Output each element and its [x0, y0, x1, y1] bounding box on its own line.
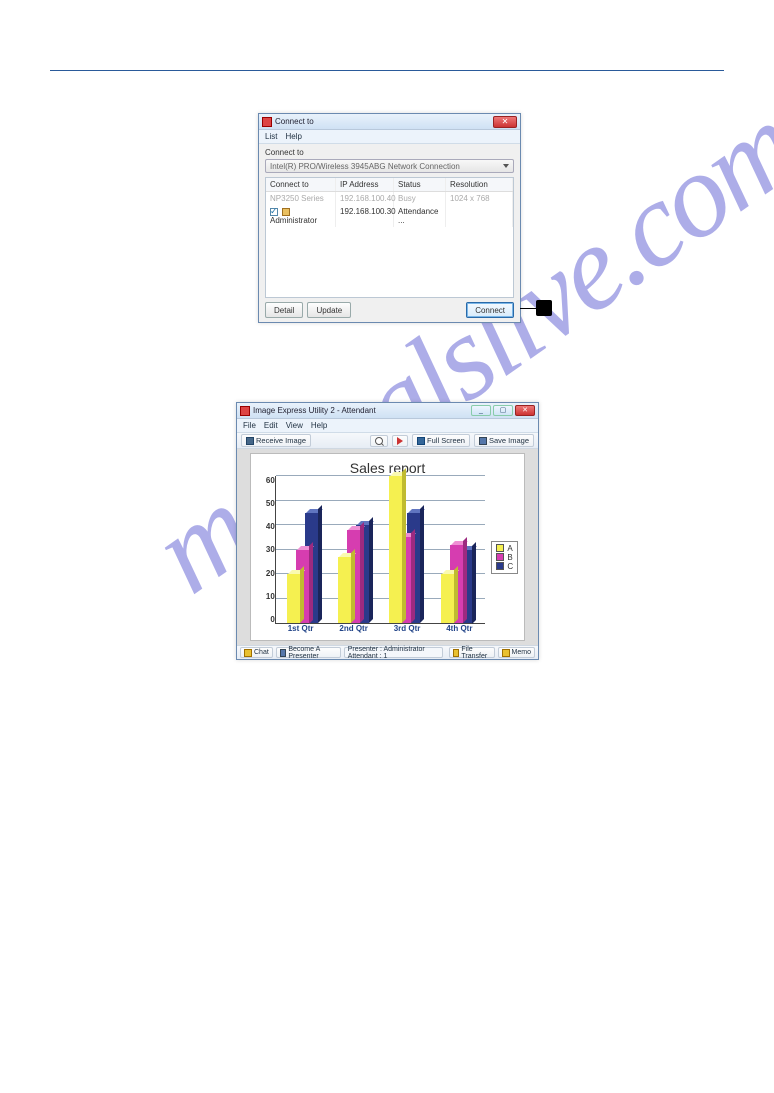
menu-view[interactable]: View: [286, 421, 303, 430]
search-icon: [375, 437, 383, 445]
connect-to-label: Connect to: [265, 148, 514, 157]
window-title: Connect to: [275, 117, 314, 126]
statusbar: Chat Become A Presenter Presenter : Admi…: [237, 645, 538, 659]
x-tick: 2nd Qtr: [339, 624, 367, 638]
update-button[interactable]: Update: [307, 302, 351, 318]
preview-area: Sales report 6050403020100 1st Qtr2nd Qt…: [237, 449, 538, 645]
connect-to-dialog: Connect to ✕ List Help Connect to Intel(…: [258, 113, 521, 323]
camera-icon: [479, 437, 487, 445]
chart-title: Sales report: [350, 460, 425, 476]
fullscreen-icon: [417, 437, 425, 445]
become-presenter-button[interactable]: Become A Presenter: [276, 647, 341, 658]
menubar: List Help: [259, 130, 520, 144]
legend-item: C: [496, 562, 513, 571]
toolbar: Receive Image Full Screen Save Image: [237, 433, 538, 449]
menu-help[interactable]: Help: [311, 421, 327, 430]
checkbox-icon[interactable]: [270, 208, 278, 216]
col-status[interactable]: Status: [394, 178, 446, 191]
monitor-icon: [246, 437, 254, 445]
app-icon: [240, 406, 250, 416]
bar-A-2nd Qtr: [338, 557, 351, 623]
memo-button[interactable]: Memo: [498, 647, 535, 658]
bar-A-3rd Qtr: [389, 476, 402, 623]
chart-legend: ABC: [491, 541, 518, 574]
bar-A-1st Qtr: [287, 574, 300, 623]
presenter-icon: [280, 649, 287, 657]
folder-icon: [453, 649, 460, 657]
fullscreen-button[interactable]: Full Screen: [412, 434, 470, 447]
image-express-window: Image Express Utility 2 - Attendant _ ▢ …: [236, 402, 539, 660]
menubar: File Edit View Help: [237, 419, 538, 433]
save-image-button[interactable]: Save Image: [474, 434, 534, 447]
menu-edit[interactable]: Edit: [264, 421, 278, 430]
list-row[interactable]: Administrator 192.168.100.30 Attendance …: [266, 205, 513, 227]
x-tick: 3rd Qtr: [394, 624, 421, 638]
close-icon[interactable]: ✕: [493, 116, 517, 128]
user-icon: [282, 208, 290, 216]
titlebar[interactable]: Connect to ✕: [259, 114, 520, 130]
titlebar[interactable]: Image Express Utility 2 - Attendant _ ▢ …: [237, 403, 538, 419]
file-transfer-button[interactable]: File Transfer: [449, 647, 495, 658]
bar-A-4th Qtr: [441, 574, 454, 623]
minimize-icon[interactable]: _: [471, 405, 491, 416]
window-title: Image Express Utility 2 - Attendant: [253, 406, 376, 415]
maximize-icon[interactable]: ▢: [493, 405, 513, 416]
x-tick: 4th Qtr: [446, 624, 472, 638]
close-icon[interactable]: ✕: [515, 405, 535, 416]
connect-button[interactable]: Connect: [466, 302, 514, 318]
list-header: Connect to IP Address Status Resolution: [266, 178, 513, 192]
callout-marker: [536, 300, 552, 316]
memo-icon: [502, 649, 510, 657]
app-icon: [262, 117, 272, 127]
menu-help[interactable]: Help: [285, 132, 301, 141]
connection-list: Connect to IP Address Status Resolution …: [265, 177, 514, 298]
page-divider: [50, 70, 724, 71]
play-icon: [397, 437, 403, 445]
detail-button[interactable]: Detail: [265, 302, 303, 318]
network-adapter-combo[interactable]: Intel(R) PRO/Wireless 3945ABG Network Co…: [265, 159, 514, 173]
col-connect-to[interactable]: Connect to: [266, 178, 336, 191]
list-row[interactable]: NP3250 Series 192.168.100.40 Busy 1024 x…: [266, 192, 513, 205]
menu-file[interactable]: File: [243, 421, 256, 430]
chat-icon: [244, 649, 252, 657]
x-tick: 1st Qtr: [288, 624, 314, 638]
presenter-status: Presenter : Administrator Attendant : 1: [344, 647, 443, 658]
receive-image-button[interactable]: Receive Image: [241, 434, 311, 447]
combo-value: Intel(R) PRO/Wireless 3945ABG Network Co…: [270, 162, 460, 171]
col-ip[interactable]: IP Address: [336, 178, 394, 191]
page-preview: Sales report 6050403020100 1st Qtr2nd Qt…: [250, 453, 525, 641]
legend-item: A: [496, 544, 513, 553]
play-button[interactable]: [392, 435, 408, 447]
menu-list[interactable]: List: [265, 132, 277, 141]
zoom-button[interactable]: [370, 435, 388, 447]
legend-item: B: [496, 553, 513, 562]
chart-plot: 6050403020100 1st Qtr2nd Qtr3rd Qtr4th Q…: [257, 476, 486, 638]
col-resolution[interactable]: Resolution: [446, 178, 513, 191]
chat-button[interactable]: Chat: [240, 647, 273, 658]
chevron-down-icon: [503, 164, 509, 168]
